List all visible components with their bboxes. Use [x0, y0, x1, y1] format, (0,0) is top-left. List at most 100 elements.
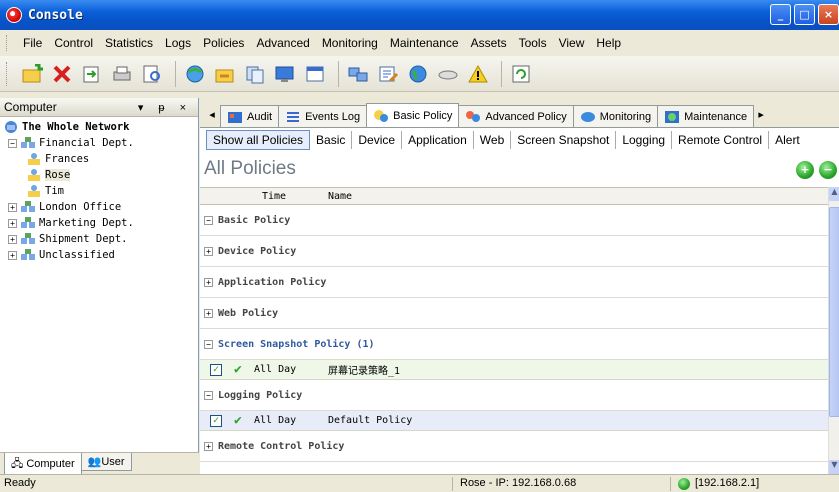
tree-node-london-office[interactable]: + London Office: [8, 199, 121, 215]
tab-advanced-policy[interactable]: Advanced Policy: [458, 105, 574, 127]
filter-show-all-policies[interactable]: Show all Policies: [206, 130, 311, 150]
edit-list-icon[interactable]: [375, 61, 401, 87]
group-screen-snapshot-policy[interactable]: − Screen Snapshot Policy (1): [200, 329, 828, 360]
filter-application[interactable]: Application: [402, 131, 474, 149]
collapse-icon[interactable]: −: [204, 390, 213, 400]
tree-node-whole-network[interactable]: The Whole Network: [3, 119, 129, 135]
expand-icon[interactable]: +: [204, 277, 213, 287]
refresh-globe-icon[interactable]: [182, 61, 208, 87]
minimize-button[interactable]: _: [770, 4, 791, 25]
group-basic-policy[interactable]: − Basic Policy: [200, 205, 828, 236]
group-logging-policy[interactable]: − Logging Policy: [200, 380, 828, 411]
import-icon[interactable]: [79, 61, 105, 87]
menu-logs[interactable]: Logs: [159, 36, 197, 50]
scroll-up-icon[interactable]: ▲: [829, 187, 839, 201]
tree-node-tim[interactable]: Tim: [26, 183, 64, 199]
window-icon[interactable]: [302, 61, 328, 87]
tree-node-unclassified[interactable]: + Unclassified: [8, 247, 115, 263]
tree-node-frances[interactable]: Frances: [26, 151, 89, 167]
column-header-time[interactable]: Time: [262, 191, 286, 202]
print-icon[interactable]: [109, 61, 135, 87]
filter-web[interactable]: Web: [474, 131, 512, 149]
filter-screen-snapshot[interactable]: Screen Snapshot: [511, 131, 617, 149]
refresh-icon[interactable]: [508, 61, 534, 87]
expand-icon[interactable]: +: [204, 308, 213, 318]
screen-icon[interactable]: [272, 61, 298, 87]
group-remote-control-policy[interactable]: + Remote Control Policy: [200, 431, 828, 462]
menu-statistics[interactable]: Statistics: [99, 36, 159, 50]
menu-advanced[interactable]: Advanced: [250, 36, 315, 50]
policy-row[interactable]: ✓ ✔ All Day Default Policy: [200, 411, 828, 431]
menu-file[interactable]: File: [17, 36, 48, 50]
delete-icon[interactable]: [49, 61, 75, 87]
collapse-icon[interactable]: −: [8, 138, 17, 148]
menu-help[interactable]: Help: [590, 36, 627, 50]
policy-name: Default Policy: [328, 415, 413, 426]
menu-control[interactable]: Control: [48, 36, 99, 50]
scroll-tabs-right-icon[interactable]: ▸: [753, 108, 769, 121]
group-application-policy[interactable]: + Application Policy: [200, 267, 828, 298]
expand-icon[interactable]: +: [204, 441, 213, 451]
menu-monitoring[interactable]: Monitoring: [316, 36, 384, 50]
expand-icon[interactable]: +: [8, 218, 17, 228]
panel-controls[interactable]: ▾ ᵽ ×: [138, 101, 192, 114]
vertical-scrollbar[interactable]: ▲ ▼: [828, 187, 839, 474]
tab-user[interactable]: 👥User: [80, 453, 132, 471]
column-header-name[interactable]: Name: [328, 191, 352, 202]
warning-icon[interactable]: [465, 61, 491, 87]
group-web-policy[interactable]: + Web Policy: [200, 298, 828, 329]
expand-icon[interactable]: +: [8, 234, 17, 244]
tree-node-shipment-dept[interactable]: + Shipment Dept.: [8, 231, 128, 247]
left-panel-tabs: 🖧 Computer 👥User: [0, 452, 199, 477]
computer-tab-icon: 🖧: [11, 458, 24, 470]
network-icon[interactable]: [345, 61, 371, 87]
menu-policies[interactable]: Policies: [197, 36, 250, 50]
active-check-icon: ✔: [234, 362, 242, 377]
tree-node-rose[interactable]: Rose: [26, 167, 71, 183]
expand-icon[interactable]: +: [8, 250, 17, 260]
collapse-icon[interactable]: −: [204, 215, 213, 225]
tab-monitoring[interactable]: Monitoring: [572, 105, 659, 127]
collapse-icon[interactable]: −: [204, 339, 213, 349]
disk-icon[interactable]: [435, 61, 461, 87]
scroll-down-icon[interactable]: ▼: [829, 460, 839, 474]
status-selected-computer: Rose - IP: 192.168.0.68: [460, 477, 577, 489]
tab-maintenance[interactable]: Maintenance: [657, 105, 755, 127]
filter-remote-control[interactable]: Remote Control: [672, 131, 770, 149]
filter-basic[interactable]: Basic: [310, 131, 353, 149]
enable-checkbox[interactable]: ✓: [210, 414, 222, 427]
tree-node-marketing-dept[interactable]: + Marketing Dept.: [8, 215, 134, 231]
menu-view[interactable]: View: [553, 36, 591, 50]
menu-maintenance[interactable]: Maintenance: [384, 36, 465, 50]
folder-arrow-icon[interactable]: [212, 61, 238, 87]
tab-events-log[interactable]: Events Log: [278, 105, 368, 127]
new-folder-icon[interactable]: [19, 61, 45, 87]
policy-time: All Day: [254, 364, 297, 375]
expand-icon[interactable]: +: [204, 246, 213, 256]
tab-basic-policy[interactable]: Basic Policy: [366, 103, 460, 127]
filter-logging[interactable]: Logging: [616, 131, 673, 149]
tab-audit[interactable]: Audit: [220, 105, 280, 127]
enable-checkbox[interactable]: ✓: [210, 363, 222, 376]
status-text: Ready: [4, 477, 36, 489]
menu-assets[interactable]: Assets: [465, 36, 513, 50]
menu-tools[interactable]: Tools: [513, 36, 553, 50]
policy-name: 屏幕记录策略_1: [328, 366, 401, 377]
print-preview-icon[interactable]: [139, 61, 165, 87]
filter-device[interactable]: Device: [352, 131, 403, 149]
expand-icon[interactable]: +: [8, 202, 17, 212]
group-device-policy[interactable]: + Device Policy: [200, 236, 828, 267]
advanced-policy-icon: [466, 110, 481, 122]
policy-row[interactable]: ✓ ✔ All Day 屏幕记录策略_1: [200, 360, 828, 380]
filter-alert[interactable]: Alert: [769, 131, 806, 149]
scroll-thumb[interactable]: [829, 207, 839, 417]
tree-node-financial-dept[interactable]: − Financial Dept.: [8, 135, 134, 151]
policy-time: All Day: [254, 415, 297, 426]
add-policy-icon[interactable]: +: [796, 161, 814, 179]
close-button[interactable]: ×: [818, 4, 839, 25]
scroll-tabs-left-icon[interactable]: ◂: [204, 108, 220, 121]
copy-icon[interactable]: [242, 61, 268, 87]
remove-policy-icon[interactable]: −: [819, 161, 837, 179]
globe-icon[interactable]: [405, 61, 431, 87]
maximize-button[interactable]: □: [794, 4, 815, 25]
